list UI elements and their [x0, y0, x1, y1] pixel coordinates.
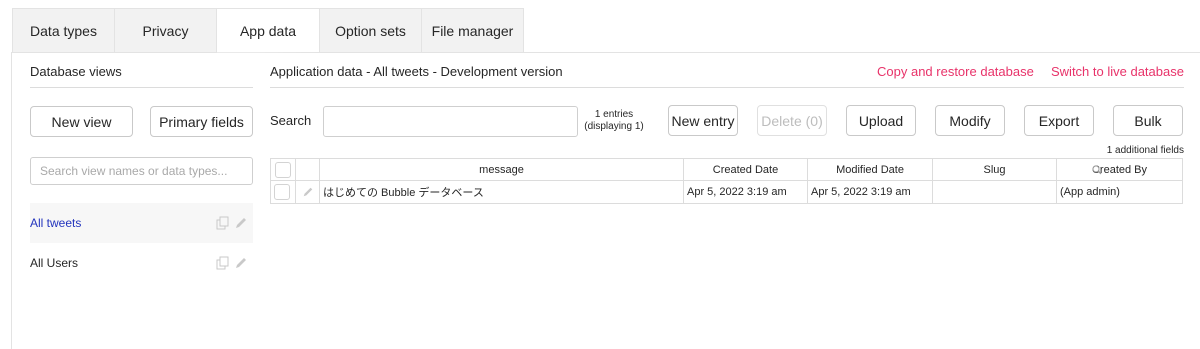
header-select-cell — [271, 159, 296, 180]
database-views-title: Database views — [30, 64, 122, 79]
left-edge-divider — [11, 52, 12, 349]
cell-modified-date[interactable]: Apr 5, 2022 3:19 am — [808, 181, 933, 203]
cell-message[interactable]: はじめての Bubble データベース — [320, 181, 684, 203]
header-edit-cell — [296, 159, 320, 180]
additional-fields-note: 1 additional fields — [1106, 145, 1184, 156]
tab-option-sets[interactable]: Option sets — [320, 8, 422, 53]
data-table: message Created Date Modified Date Slug … — [270, 158, 1183, 204]
pencil-icon[interactable] — [302, 186, 314, 198]
tab-bar: Data types Privacy App data Option sets … — [12, 8, 524, 53]
table-row[interactable]: はじめての Bubble データベース Apr 5, 2022 3:19 am … — [271, 181, 1182, 203]
tab-privacy[interactable]: Privacy — [115, 8, 217, 53]
switch-live-database-link[interactable]: Switch to live database — [1051, 64, 1184, 79]
column-header-modified-date[interactable]: Modified Date — [808, 159, 933, 180]
data-search-input[interactable] — [323, 106, 578, 137]
column-header-created-by[interactable]: Created By — [1057, 159, 1182, 180]
copy-icon[interactable] — [216, 256, 230, 270]
entries-count-line: 1 entries — [594, 109, 634, 120]
select-all-checkbox[interactable] — [275, 161, 291, 178]
copy-restore-database-link[interactable]: Copy and restore database — [877, 64, 1034, 79]
tab-file-manager[interactable]: File manager — [422, 8, 524, 53]
column-header-slug[interactable]: Slug — [933, 159, 1057, 180]
pencil-icon[interactable] — [234, 216, 248, 230]
row-edit-cell — [296, 181, 320, 203]
search-label: Search — [270, 113, 312, 128]
copy-icon[interactable] — [216, 216, 230, 230]
pencil-icon[interactable] — [234, 256, 248, 270]
upload-button[interactable]: Upload — [846, 105, 916, 136]
view-item-label: All tweets — [30, 216, 82, 230]
entries-displaying-line: (displaying 1) — [584, 121, 644, 132]
view-item-label: All Users — [30, 256, 79, 270]
view-item-all-tweets[interactable]: All tweets — [30, 203, 253, 243]
column-header-message[interactable]: message — [320, 159, 684, 180]
table-header-row: message Created Date Modified Date Slug … — [271, 159, 1182, 181]
cell-slug[interactable] — [933, 181, 1057, 203]
row-select-cell — [271, 181, 296, 203]
view-search-input[interactable]: Search view names or data types... — [30, 157, 253, 185]
bulk-button[interactable]: Bulk — [1113, 105, 1183, 136]
modify-button[interactable]: Modify — [935, 105, 1005, 136]
new-view-button[interactable]: New view — [30, 106, 133, 137]
delete-button[interactable]: Delete (0) — [757, 105, 827, 136]
row-checkbox[interactable] — [274, 184, 290, 200]
cell-created-by[interactable]: (App admin) — [1057, 181, 1182, 203]
tab-data-types[interactable]: Data types — [12, 8, 115, 53]
entries-count: 1 entries (displaying 1) — [580, 109, 648, 133]
new-entry-button[interactable]: New entry — [668, 105, 738, 136]
tab-divider — [12, 52, 1200, 53]
search-icon[interactable] — [1092, 165, 1102, 175]
column-header-created-date[interactable]: Created Date — [684, 159, 808, 180]
export-button[interactable]: Export — [1024, 105, 1094, 136]
view-item-all-users[interactable]: All Users — [30, 243, 253, 283]
cell-created-date[interactable]: Apr 5, 2022 3:19 am — [684, 181, 808, 203]
tab-app-data[interactable]: App data — [217, 8, 320, 53]
database-views-divider — [30, 87, 253, 88]
primary-fields-button[interactable]: Primary fields — [150, 106, 253, 137]
main-header-divider — [270, 87, 1184, 88]
page-title: Application data - All tweets - Developm… — [270, 64, 563, 79]
